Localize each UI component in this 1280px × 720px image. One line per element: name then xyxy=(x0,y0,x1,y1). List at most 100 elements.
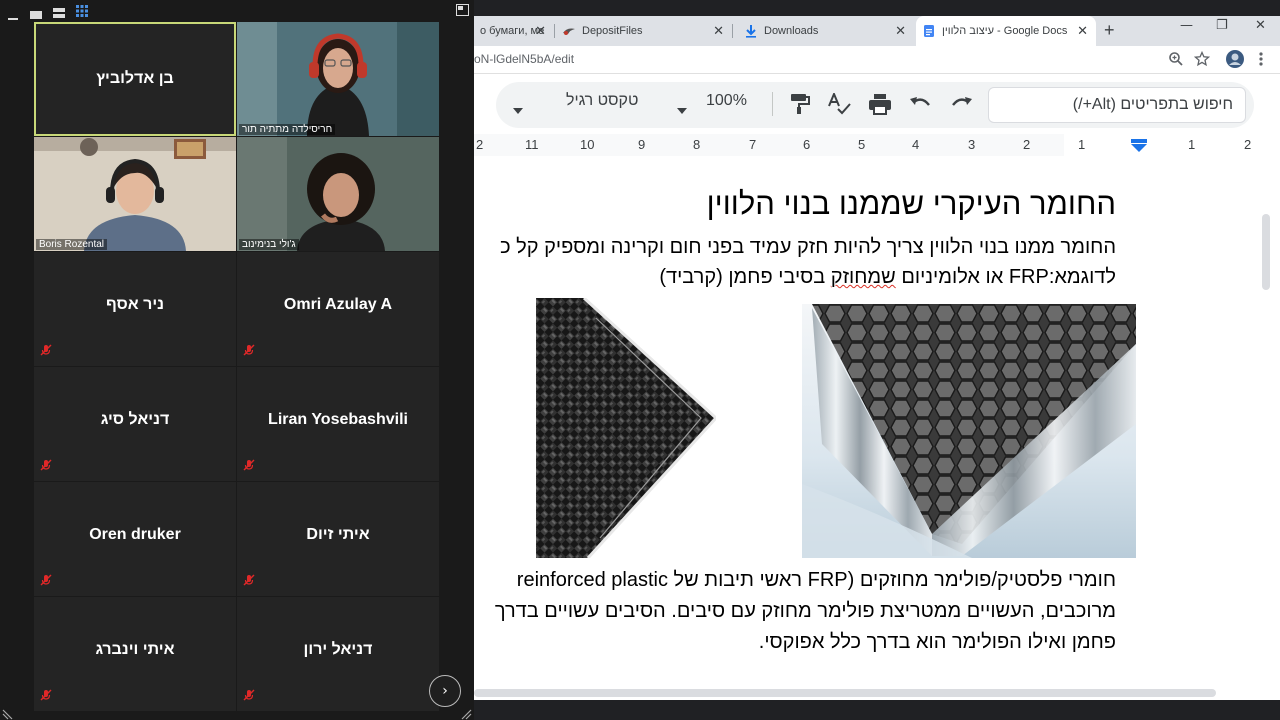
speaker-view-icon[interactable] xyxy=(30,4,42,23)
tab-bumagi[interactable]: о бумаги, ме ✕ xyxy=(474,16,554,46)
ruler-number: 2 xyxy=(1244,137,1252,152)
tab-depositfiles[interactable]: DepositFiles ✕ xyxy=(556,16,732,46)
tab-divider xyxy=(732,24,733,38)
participant-tile[interactable]: איתי וינברג xyxy=(34,597,236,711)
kebab-menu-icon[interactable] xyxy=(1258,51,1264,71)
tab-title: Downloads xyxy=(764,25,819,37)
participant-tile-video[interactable]: ג'ולי בנימינוב xyxy=(237,137,439,251)
strip-view-icon[interactable] xyxy=(53,3,65,22)
participant-name: ניר אסף xyxy=(105,296,165,313)
url-text[interactable]: oN-lGdelN5bA/edit xyxy=(474,52,574,66)
scrollbar-thumb[interactable] xyxy=(474,689,1216,697)
microphone-muted-icon xyxy=(243,686,255,705)
participant-tile[interactable]: Dאיתי זיו xyxy=(237,482,439,596)
participant-name: Omri Azulay A xyxy=(283,296,393,313)
zoom-select[interactable]: 100% xyxy=(706,92,747,110)
avatar[interactable] xyxy=(1226,50,1244,72)
close-icon[interactable]: ✕ xyxy=(1077,24,1088,38)
participant-name: דניאל סיג xyxy=(100,411,170,428)
document-page[interactable]: החומר העיקרי שממנו בנוי הלווין החומר ממנ… xyxy=(474,156,1256,686)
participant-tile[interactable]: Oren druker xyxy=(34,482,236,596)
paint-format-icon[interactable] xyxy=(790,93,810,119)
spellcheck-icon[interactable] xyxy=(828,91,852,119)
zoom-icon[interactable] xyxy=(1168,51,1184,71)
star-icon[interactable] xyxy=(1193,50,1211,71)
zoom-gallery-window: בן אדלוביץ חריסילדה מתתיה תור Boris Roze… xyxy=(0,0,474,720)
misspelled-word[interactable]: שמחוזק xyxy=(831,266,896,288)
ruler-number: 1 xyxy=(1188,137,1196,152)
microphone-muted-icon xyxy=(40,686,52,705)
depositfiles-icon xyxy=(562,24,576,38)
participant-name: איתי וינברג xyxy=(95,641,175,658)
minimize-button[interactable]: — xyxy=(1180,18,1193,33)
tab-strip: о бумаги, ме ✕ DepositFiles ✕ Downloads … xyxy=(474,16,1280,46)
honeycomb-image[interactable] xyxy=(802,304,1136,558)
ruler-number: 10 xyxy=(580,137,595,152)
tab-google-docs[interactable]: עיצוב הלווין - Google Docs ✕ xyxy=(916,16,1096,46)
resize-grip-icon[interactable] xyxy=(2,705,14,720)
ruler[interactable]: 2 11 10 9 8 7 6 5 4 3 2 1 1 2 xyxy=(474,134,1256,156)
paragraph-line[interactable]: לדוגמא:FRP או אלומיניום שמחוזק בסיבי פחמ… xyxy=(474,262,1116,292)
undo-icon[interactable] xyxy=(908,93,932,117)
print-icon[interactable] xyxy=(868,93,892,119)
screen: о бумаги, ме ✕ DepositFiles ✕ Downloads … xyxy=(0,0,1280,720)
participant-name-label: Boris Rozental xyxy=(36,239,108,250)
participant-tile-video[interactable]: חריסילדה מתתיה תור xyxy=(237,22,439,136)
chevron-down-icon[interactable] xyxy=(676,100,688,119)
tab-title: DepositFiles xyxy=(582,25,643,37)
toolbar-divider xyxy=(772,92,773,116)
exit-fullscreen-icon[interactable] xyxy=(456,1,469,20)
minimize-icon[interactable] xyxy=(8,7,18,26)
docs-toolbar: טקסט רגיל 100% חיפוש בתפריטים (Alt+/) xyxy=(474,74,1280,134)
ruler-number: 4 xyxy=(912,137,920,152)
participant-tile[interactable]: בן אדלוביץ xyxy=(34,22,236,136)
tab-title: עיצוב הלווין - Google Docs xyxy=(942,25,1068,37)
browser-window: о бумаги, ме ✕ DepositFiles ✕ Downloads … xyxy=(474,0,1280,720)
participant-tile[interactable]: דניאל ירון xyxy=(237,597,439,711)
paragraph-line[interactable]: פחמן ואילו הפולימר הוא בדרך כלל אפוקסי. xyxy=(474,627,1116,657)
tab-downloads[interactable]: Downloads ✕ xyxy=(738,16,914,46)
participant-name-label: חריסילדה מתתיה תור xyxy=(239,124,336,135)
scrollbar-thumb[interactable] xyxy=(1262,214,1270,290)
ruler-number: 9 xyxy=(638,137,646,152)
ruler-number: 2 xyxy=(1023,137,1031,152)
participant-name: בן אדלוביץ xyxy=(96,70,174,87)
restore-button[interactable]: ❐ xyxy=(1216,18,1228,33)
taskbar-strip xyxy=(474,700,1280,720)
close-icon[interactable]: ✕ xyxy=(535,24,546,38)
paragraph-line[interactable]: מרוכבים, העשויים ממטריצת פולימר מחוזק עם… xyxy=(474,596,1116,626)
text-run: לדוגמא:FRP או אלומיניום xyxy=(895,266,1116,288)
horizontal-scrollbar[interactable] xyxy=(474,686,1280,700)
participant-name: דניאל ירון xyxy=(303,641,373,658)
paragraph-style-select[interactable]: טקסט רגיל xyxy=(566,92,638,110)
chevron-down-icon[interactable] xyxy=(512,100,524,119)
close-icon[interactable]: ✕ xyxy=(895,24,906,38)
close-window-button[interactable]: ✕ xyxy=(1255,18,1266,33)
download-icon xyxy=(744,24,758,38)
text-run: בסיבי פחמן (קרביד) xyxy=(659,266,831,288)
document-heading[interactable]: החומר העיקרי שממנו בנוי הלווין xyxy=(474,186,1116,222)
participant-tile[interactable]: דניאל סיג xyxy=(34,367,236,481)
vertical-scrollbar[interactable] xyxy=(1256,134,1280,686)
participant-tile[interactable]: Omri Azulay A xyxy=(237,252,439,366)
address-bar[interactable]: oN-lGdelN5bA/edit xyxy=(474,46,1280,74)
carbon-fiber-image[interactable] xyxy=(536,296,719,560)
new-tab-button[interactable]: + xyxy=(1104,20,1115,41)
indent-marker-icon[interactable] xyxy=(1130,138,1148,157)
participant-tile-video[interactable]: Boris Rozental xyxy=(34,137,236,251)
document-canvas: החומר העיקרי שממנו בנוי הלווין החומר ממנ… xyxy=(474,156,1256,686)
close-icon[interactable]: ✕ xyxy=(713,24,724,38)
ruler-number: 3 xyxy=(968,137,976,152)
participant-tile[interactable]: Liran Yosebashvili xyxy=(237,367,439,481)
resize-grip-icon[interactable] xyxy=(460,705,472,720)
tab-divider xyxy=(554,24,555,38)
next-page-button[interactable]: › xyxy=(429,675,461,707)
participant-tile[interactable]: ניר אסף xyxy=(34,252,236,366)
paragraph-line[interactable]: חומרי פלסטיק/פולימר מחוזקים (FRP ראשי תי… xyxy=(474,565,1116,595)
redo-icon[interactable] xyxy=(950,93,974,117)
participant-name: Dאיתי זיו xyxy=(306,526,370,543)
ruler-margin xyxy=(474,134,1064,156)
paragraph-line[interactable]: החומר ממנו בנוי הלווין צריך להיות חזק עמ… xyxy=(474,232,1116,262)
menu-search-input[interactable]: חיפוש בתפריטים (Alt+/) xyxy=(988,87,1246,123)
gallery-view-icon[interactable] xyxy=(76,2,88,21)
